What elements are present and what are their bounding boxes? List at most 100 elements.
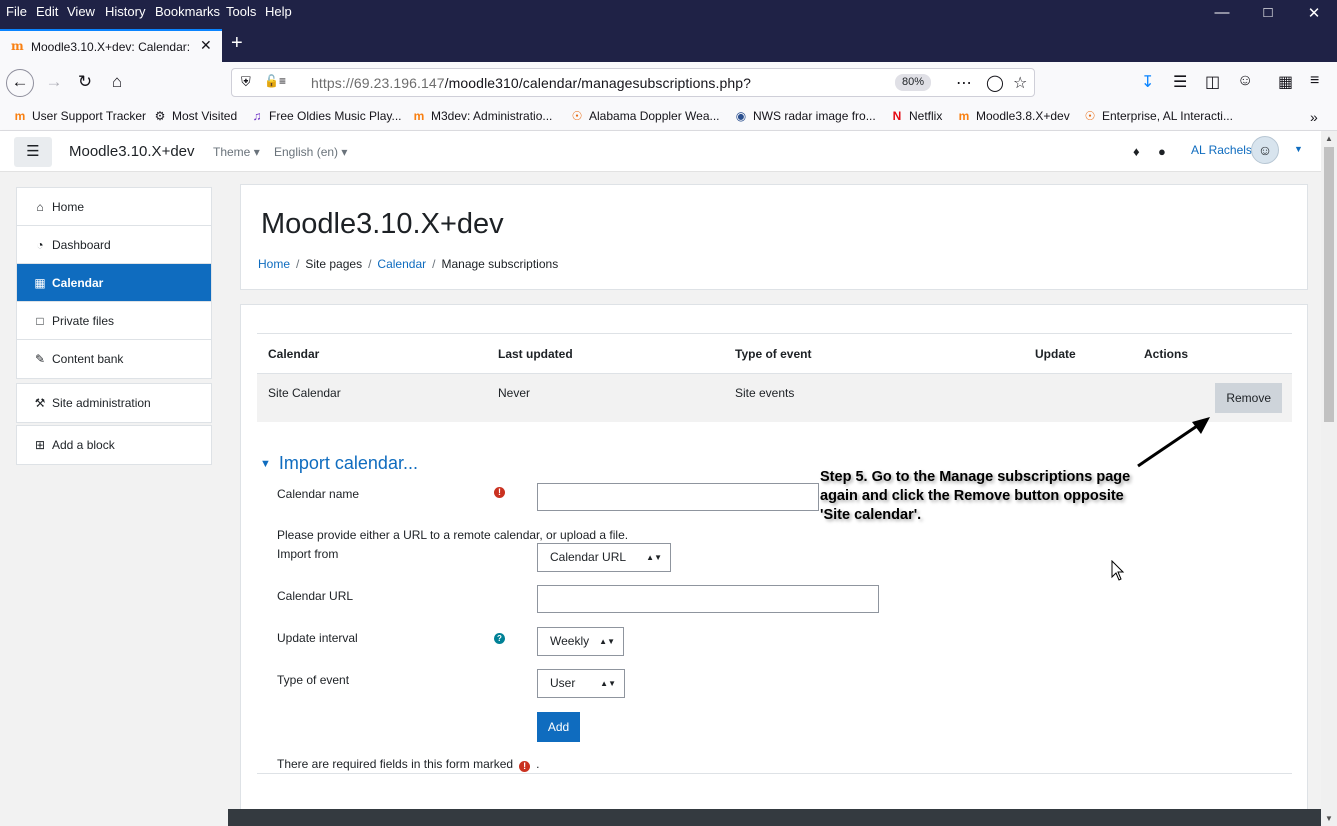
library-icon[interactable]: ☰	[1173, 72, 1187, 92]
drawer-item-calendar[interactable]: ▦ Calendar	[17, 264, 211, 302]
required-note-text: There are required fields in this form m…	[277, 757, 514, 771]
zoom-level[interactable]: 80%	[895, 74, 931, 91]
tab-close-icon[interactable]: ✕	[200, 37, 212, 54]
page-scrollbar[interactable]: ▲ ▼	[1321, 131, 1337, 826]
home-icon[interactable]: ⌂	[103, 69, 131, 97]
plus-square-icon: ⊞	[34, 438, 46, 452]
calendar-name-input[interactable]	[537, 483, 819, 511]
scroll-down-icon[interactable]: ▼	[1321, 814, 1337, 823]
update-interval-value: Weekly	[550, 634, 590, 648]
select-arrows-icon: ▲▼	[600, 679, 616, 688]
update-interval-select[interactable]: Weekly ▲▼	[537, 627, 624, 656]
more-bookmarks-icon[interactable]: »	[1310, 109, 1318, 125]
breadcrumb-calendar[interactable]: Calendar	[377, 257, 426, 271]
pocket-icon[interactable]: ◯	[986, 73, 1004, 93]
menu-file[interactable]: File	[6, 4, 27, 19]
forward-icon[interactable]: →	[40, 69, 68, 97]
drawer-item-add-block[interactable]: ⊞ Add a block	[17, 426, 211, 464]
provide-url-hint: Please provide either a URL to a remote …	[277, 528, 629, 542]
menu-bookmarks[interactable]: Bookmarks	[155, 4, 220, 19]
language-menu[interactable]: English (en) ▾	[274, 145, 347, 159]
required-fields-note: There are required fields in this form m…	[277, 757, 539, 772]
menu-help[interactable]: Help	[265, 4, 292, 19]
main-content: Calendar Last updated Type of event Upda…	[240, 304, 1308, 826]
drawer-item-private-files[interactable]: □ Private files	[17, 302, 211, 340]
bookmark-item[interactable]: ☉ Alabama Doppler Wea...	[569, 109, 720, 123]
page-header: Moodle3.10.X+dev Home / Site pages / Calenda…	[240, 184, 1308, 290]
chevron-down-icon: ▾	[341, 145, 348, 159]
bookmark-label: User Support Tracker	[32, 109, 147, 123]
new-tab-icon[interactable]: +	[231, 32, 243, 55]
back-icon[interactable]: ←	[6, 69, 34, 97]
drawer-toggle-button[interactable]: ☰	[14, 137, 52, 167]
messages-icon[interactable]: ●	[1158, 144, 1166, 159]
bookmark-item[interactable]: m Moodle3.8.X+dev	[956, 109, 1070, 123]
sidebar-icon[interactable]: ◫	[1205, 72, 1220, 92]
url-text[interactable]: https://69.23.196.147/moodle310/calendar…	[311, 75, 751, 91]
breadcrumb: Home / Site pages / Calendar / Manage subscrip…	[258, 257, 558, 271]
tracking-shield-icon[interactable]: ⛨	[241, 74, 251, 90]
help-icon[interactable]: ?	[494, 633, 505, 644]
scrollbar-thumb[interactable]	[1324, 147, 1334, 422]
bookmark-item[interactable]: m User Support Tracker	[12, 109, 146, 123]
remove-button[interactable]: Remove	[1215, 382, 1282, 413]
scroll-up-icon[interactable]: ▲	[1321, 134, 1337, 143]
hamburger-menu-icon[interactable]: ≡	[1310, 72, 1319, 90]
bookmark-item[interactable]: ☉ Enterprise, AL Interacti...	[1082, 109, 1233, 123]
theme-menu[interactable]: Theme ▾	[213, 145, 260, 159]
avatar[interactable]: ☺	[1251, 136, 1279, 164]
site-name[interactable]: Moodle3.10.X+dev	[69, 143, 195, 160]
account-icon[interactable]: ☺	[1237, 72, 1253, 90]
bookmark-item[interactable]: ⚙ Most Visited	[152, 109, 238, 123]
extensions-icon[interactable]: ▦	[1278, 72, 1293, 92]
drawer-item-home[interactable]: ⌂ Home	[17, 188, 211, 226]
type-of-event-select[interactable]: User ▲▼	[537, 669, 625, 698]
reload-icon[interactable]: ↻	[71, 69, 99, 97]
bookmark-label: NWS radar image fro...	[753, 109, 876, 123]
sun-icon: ☉	[1084, 109, 1096, 123]
minimize-icon[interactable]: —	[1207, 4, 1237, 21]
breadcrumb-separator: /	[368, 257, 372, 271]
user-name[interactable]: AL Rachels	[1191, 143, 1252, 157]
bookmark-item[interactable]: ◉ NWS radar image fro...	[733, 109, 876, 123]
chevron-down-icon: ▾	[253, 145, 260, 159]
import-calendar-section-toggle[interactable]: ▼ Import calendar...	[260, 453, 418, 474]
menu-history[interactable]: History	[105, 4, 145, 19]
page-region: Moodle3.10.X+dev Home / Site pages / Calenda…	[228, 172, 1321, 826]
page-actions-icon[interactable]: ⋯	[956, 73, 972, 93]
user-menu-chevron-icon[interactable]: ▼	[1294, 144, 1303, 154]
bookmark-item[interactable]: m M3dev: Administratio...	[411, 109, 553, 123]
url-bar[interactable]: ⛨ 🔓≡ https://69.23.196.147/moodle310/cal…	[231, 68, 1035, 97]
browser-tab[interactable]: m Moodle3.10.X+dev: Calendar: Subscripti…	[0, 29, 222, 62]
moodle-icon: m	[958, 109, 970, 123]
menu-view[interactable]: View	[67, 4, 95, 19]
tutorial-annotation: Step 5. Go to the Manage subscriptions p…	[820, 469, 1131, 523]
import-from-select[interactable]: Calendar URL ▲▼	[537, 543, 671, 572]
menu-tools[interactable]: Tools	[226, 4, 256, 19]
bookmark-item[interactable]: ♫ Free Oldies Music Play...	[249, 109, 402, 123]
add-button[interactable]: Add	[537, 712, 580, 742]
drawer-item-site-administration[interactable]: ⚒ Site administration	[17, 384, 211, 422]
import-from-label: Import from	[277, 547, 339, 561]
menu-edit[interactable]: Edit	[36, 4, 58, 19]
moodle-favicon-icon: m	[11, 39, 24, 53]
close-window-icon[interactable]: ✕	[1299, 4, 1329, 22]
bookmark-star-icon[interactable]: ☆	[1013, 73, 1027, 93]
browser-toolbar: ← → ↻ ⌂ ⛨ 🔓≡ https://69.23.196.147/moodl…	[0, 62, 1337, 102]
breadcrumb-home[interactable]: Home	[258, 257, 290, 271]
required-icon: !	[519, 761, 531, 772]
insecure-lock-icon[interactable]: 🔓≡	[264, 74, 286, 88]
notifications-bell-icon[interactable]: ♦	[1133, 144, 1140, 159]
collapse-triangle-icon: ▼	[260, 458, 271, 470]
downloads-icon[interactable]: ↧	[1141, 72, 1154, 92]
bookmark-label: Moodle3.8.X+dev	[976, 109, 1070, 123]
drawer-item-label: Dashboard	[52, 238, 111, 252]
calendar-url-input[interactable]	[537, 585, 879, 613]
calendar-name-label: Calendar name	[277, 487, 360, 501]
type-of-event-value: User	[550, 676, 576, 690]
drawer-item-content-bank[interactable]: ✎ Content bank	[17, 340, 211, 378]
bookmark-item[interactable]: N Netflix	[889, 109, 943, 123]
drawer-item-dashboard[interactable]: ◔ Dashboard	[17, 226, 211, 264]
drawer-item-label: Private files	[52, 314, 115, 328]
maximize-icon[interactable]: □	[1253, 4, 1283, 21]
